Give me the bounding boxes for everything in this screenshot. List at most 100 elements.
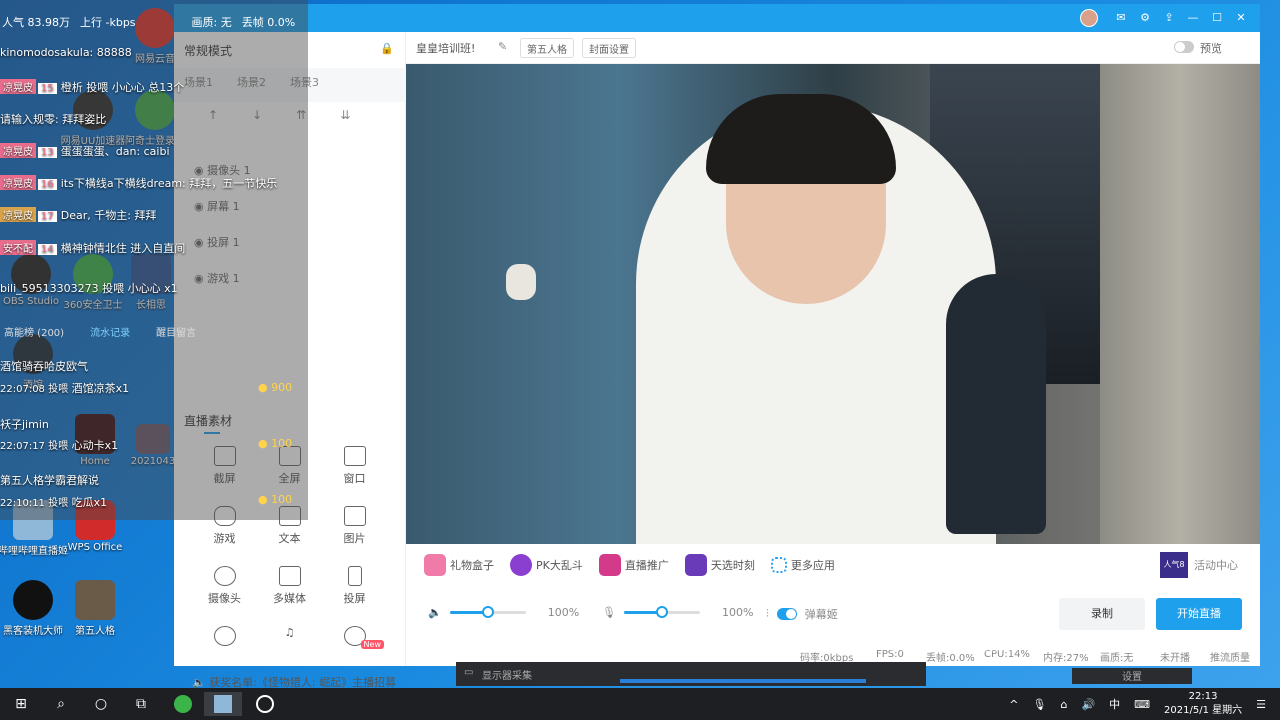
clock[interactable]: 22:13 2021/5/1 星期六	[1164, 690, 1242, 718]
mail-icon[interactable]: ✉	[1114, 11, 1128, 24]
system-tray: ^ 🎙 ⌂ 🔊 中 ⌨ 22:13 2021/5/1 星期六 ☰	[1009, 688, 1266, 720]
memory-status: 内存:27%	[1043, 653, 1089, 664]
material-image[interactable]: 图片	[322, 506, 387, 546]
display-capture-label: 显示器采集	[482, 671, 532, 682]
push-quality-status: 推流质量	[1210, 653, 1250, 664]
danmu-toggle[interactable]	[776, 608, 797, 620]
cortana-icon[interactable]: ○	[82, 692, 120, 716]
activity-center[interactable]: 人气8 活动中心	[1160, 552, 1238, 578]
fan-badge: 安不配	[0, 240, 36, 255]
tab-rank[interactable]: 高能榜 (200)	[4, 324, 64, 339]
minimize-icon[interactable]: —	[1186, 11, 1200, 24]
streamer-hair	[706, 94, 896, 184]
app-bar: 礼物盒子 PK大乱斗 直播推广 天选时刻 更多应用 人气8 活动中心	[406, 544, 1260, 586]
material-camera[interactable]: 摄像头	[192, 566, 257, 606]
desktop-icon-installer[interactable]: 黑客装机大师	[0, 580, 68, 637]
lock-icon[interactable]: 🔒	[380, 42, 394, 55]
app-pk[interactable]: PK大乱斗	[510, 554, 583, 576]
title-bar: ✉ ⚙ ⇪ — ☐ ✕	[174, 4, 1260, 32]
material-window[interactable]: 窗口	[322, 446, 387, 486]
ime-indicator[interactable]: 中	[1109, 696, 1120, 712]
speaker-volume-value: 100%	[547, 606, 580, 619]
lottery-icon	[684, 554, 707, 576]
activate-windows-title: 激活 Windows	[890, 622, 999, 641]
avatar[interactable]	[1080, 9, 1098, 27]
image-icon	[343, 506, 366, 526]
material-music[interactable]: ♫	[257, 626, 322, 650]
mic-volume-slider[interactable]	[623, 606, 700, 618]
camera-preview[interactable]	[406, 64, 1260, 544]
taskbar-app-green-icon[interactable]	[164, 692, 202, 716]
app-more[interactable]: 更多应用	[770, 557, 835, 573]
search-icon[interactable]: ⌕	[42, 692, 80, 716]
live-chat-overlay: 人气 83.98万 上行 -kbps 画质: 无 丢帧 0.0% kinomod…	[0, 0, 308, 520]
speaker-volume-slider[interactable]	[449, 606, 526, 618]
gift-record: 22:10:11 投喂 吃瓜x1	[0, 496, 108, 509]
mixer-icon[interactable]: ⫶	[766, 607, 769, 621]
obs-settings-button[interactable]: 设置	[1072, 668, 1192, 684]
fan-level: 17	[38, 211, 57, 222]
coin-count: ● 900	[258, 381, 293, 394]
record-button[interactable]: 录制	[1059, 598, 1145, 630]
new-badge: New	[360, 640, 384, 649]
windows-start-icon[interactable]: ⊞	[2, 692, 40, 716]
obs-volume-bar	[620, 679, 866, 683]
taskbar: ⊞ ⌕ ○ ⧉ ^ 🎙 ⌂ 🔊 中 ⌨ 22:13 2021/5/1 星期六 ☰	[0, 688, 1280, 720]
close-icon[interactable]: ✕	[1234, 11, 1248, 24]
cover-settings-button[interactable]: 封面设置	[582, 38, 636, 58]
app-gift-box[interactable]: 礼物盒子	[424, 554, 494, 576]
microphone-tray-icon[interactable]: 🎙	[1032, 698, 1046, 711]
sort-icon[interactable]: ⇊	[340, 108, 350, 122]
identity-v-icon	[75, 580, 115, 620]
notification-icon[interactable]: ☰	[1256, 698, 1266, 711]
microphone	[946, 274, 1046, 534]
upload-stat: 上行 -kbps	[80, 16, 136, 29]
background-curtain	[1100, 64, 1260, 544]
network-status: 未开播	[1160, 653, 1190, 664]
promote-icon	[598, 554, 621, 576]
material-planet[interactable]	[192, 626, 257, 650]
maximize-icon[interactable]: ☐	[1210, 11, 1224, 24]
window-icon	[343, 446, 366, 466]
danmu-label: 弹幕姬	[804, 608, 838, 621]
chevron-up-icon[interactable]: ^	[1009, 698, 1018, 711]
fan-level: 15	[38, 83, 57, 94]
settings-gear-icon[interactable]: ⚙	[1138, 11, 1152, 24]
app-lottery[interactable]: 天选时刻	[684, 554, 755, 576]
microphone-icon[interactable]: 🎙	[602, 606, 616, 619]
start-live-button[interactable]: 开始直播	[1156, 598, 1242, 630]
material-media[interactable]: 多媒体	[257, 566, 322, 606]
quality-stat: 画质: 无	[191, 16, 232, 29]
window-controls: ✉ ⚙ ⇪ — ☐ ✕	[1114, 11, 1248, 24]
activity-icon: 人气8	[1160, 552, 1188, 578]
edit-icon[interactable]: ✎	[498, 40, 507, 53]
keyboard-icon[interactable]: ⌨	[1134, 698, 1150, 711]
taskbar-app-live-icon[interactable]	[204, 692, 242, 716]
task-view-icon[interactable]: ⧉	[122, 692, 160, 716]
fan-level: 14	[38, 244, 57, 255]
volume-icon[interactable]: 🔊	[1081, 698, 1095, 711]
tab-records[interactable]: 流水记录	[90, 324, 130, 339]
material-phone[interactable]: 投屏	[322, 566, 387, 606]
room-title: 皇皇培训班!	[416, 42, 476, 55]
control-bar: 🔈 100% 🎙 100% ⫶ 弹幕姬 录制 开始直播	[406, 592, 1260, 642]
chat-message: bili_59513303273 投喂 小心心 x1	[0, 282, 178, 295]
chat-message: 请输入规零: 拜拜姿比	[0, 113, 107, 126]
network-icon[interactable]: ⌂	[1060, 698, 1067, 711]
tab-superchat[interactable]: 醒目留言	[156, 324, 196, 339]
share-icon[interactable]: ⇪	[1162, 11, 1176, 24]
frame-loss-stat: 丢帧 0.0%	[241, 16, 296, 29]
category-button[interactable]: 第五人格	[520, 38, 574, 58]
desktop-icon-identity-v[interactable]: 第五人格	[60, 580, 130, 637]
preview-toggle[interactable]	[1174, 41, 1194, 53]
slider-knob[interactable]	[481, 606, 494, 618]
taskbar-obs-icon[interactable]	[246, 692, 284, 716]
monitor-icon: ▭	[464, 667, 474, 678]
chat-message: 凉晃皮 16 its下横线a下横线dream: 拜拜，五一节快乐	[0, 175, 277, 191]
activate-windows-sub: 转到"设置"以激活 Windows。	[890, 644, 1028, 655]
grid-icon	[770, 557, 787, 573]
app-promote[interactable]: 直播推广	[598, 554, 669, 576]
pk-icon	[510, 554, 532, 576]
slider-knob[interactable]	[655, 606, 668, 618]
speaker-icon[interactable]: 🔈	[428, 606, 442, 619]
